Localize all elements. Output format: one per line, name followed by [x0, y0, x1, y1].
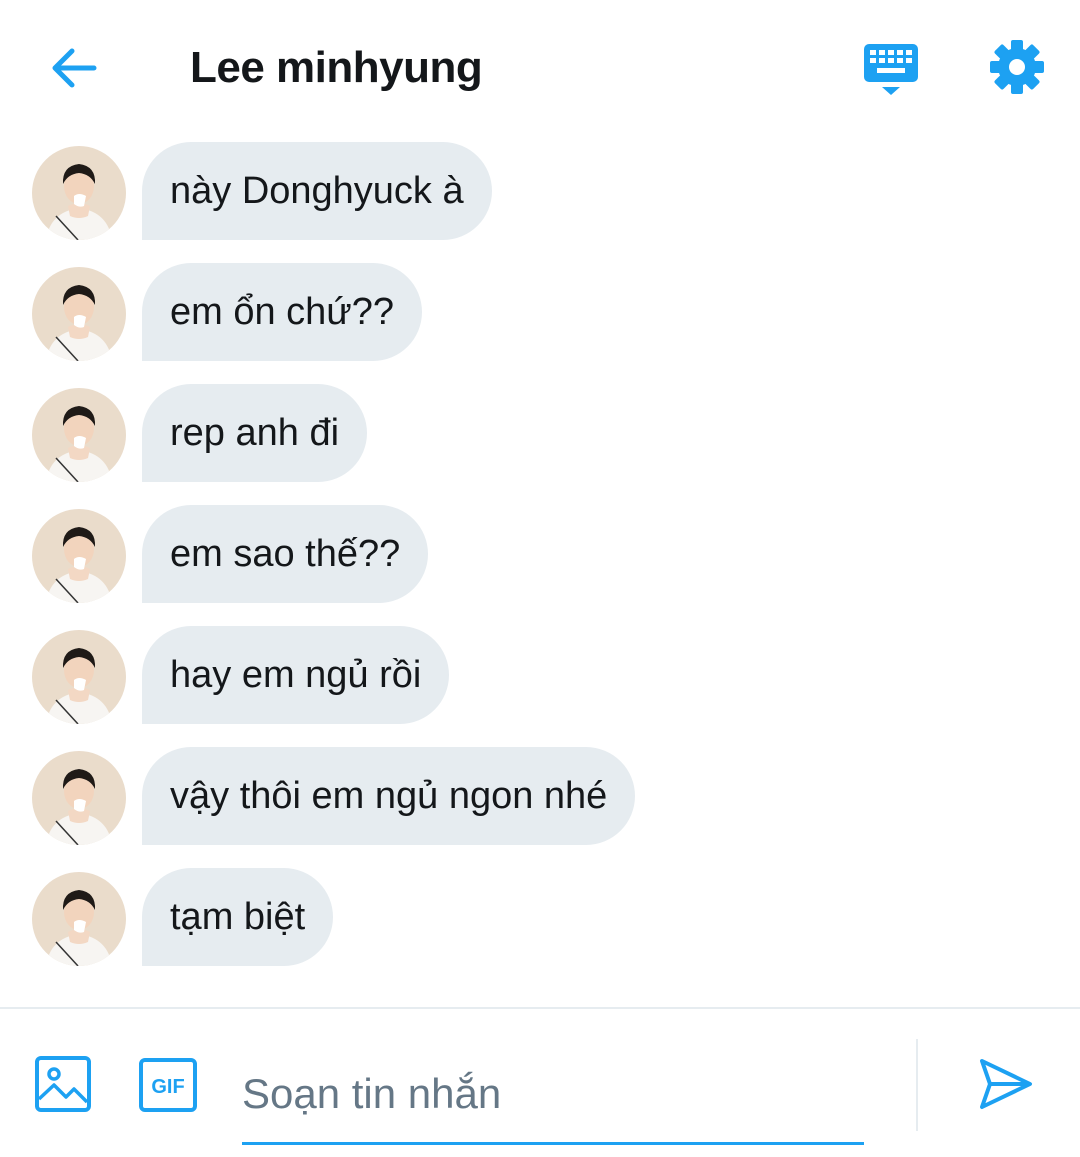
message-bubble[interactable]: rep anh đi: [142, 384, 368, 482]
gif-icon: GIF: [139, 1058, 197, 1112]
send-button[interactable]: [978, 1057, 1034, 1111]
message-row: em ổn chứ??: [0, 261, 1080, 363]
keyboard-icon: [864, 44, 918, 95]
message-row: em sao thế??: [0, 503, 1080, 605]
add-image-button[interactable]: [34, 1055, 92, 1113]
avatar[interactable]: [32, 630, 126, 724]
message-bubble[interactable]: em sao thế??: [142, 505, 429, 603]
settings-button[interactable]: [988, 38, 1046, 96]
avatar[interactable]: [32, 388, 126, 482]
message-composer: GIF: [0, 1009, 1080, 1157]
message-bubble[interactable]: tạm biệt: [142, 868, 334, 966]
message-bubble[interactable]: này Donghyuck à: [142, 142, 492, 240]
message-row: vậy thôi em ngủ ngon nhé: [0, 745, 1080, 847]
gear-icon: [990, 40, 1044, 94]
avatar[interactable]: [32, 751, 126, 845]
keyboard-button[interactable]: [860, 40, 924, 98]
send-icon: [980, 1059, 1032, 1109]
message-row: rep anh đi: [0, 382, 1080, 484]
message-row: hay em ngủ rồi: [0, 624, 1080, 726]
back-button[interactable]: [44, 40, 104, 96]
message-input[interactable]: [242, 1045, 864, 1145]
avatar[interactable]: [32, 267, 126, 361]
conversation-header: Lee minhyung: [0, 0, 1080, 130]
gif-label: GIF: [151, 1076, 184, 1098]
avatar[interactable]: [32, 146, 126, 240]
message-bubble[interactable]: hay em ngủ rồi: [142, 626, 450, 724]
message-bubble[interactable]: vậy thôi em ngủ ngon nhé: [142, 747, 636, 845]
conversation-title: Lee minhyung: [190, 43, 483, 92]
message-row: này Donghyuck à: [0, 140, 1080, 242]
avatar[interactable]: [32, 872, 126, 966]
avatar[interactable]: [32, 509, 126, 603]
message-row: tạm biệt: [0, 866, 1080, 968]
arrow-left-icon: [52, 48, 97, 88]
message-bubble[interactable]: em ổn chứ??: [142, 263, 423, 361]
send-divider: [916, 1039, 918, 1131]
add-gif-button[interactable]: GIF: [138, 1057, 198, 1113]
image-icon: [35, 1056, 91, 1112]
